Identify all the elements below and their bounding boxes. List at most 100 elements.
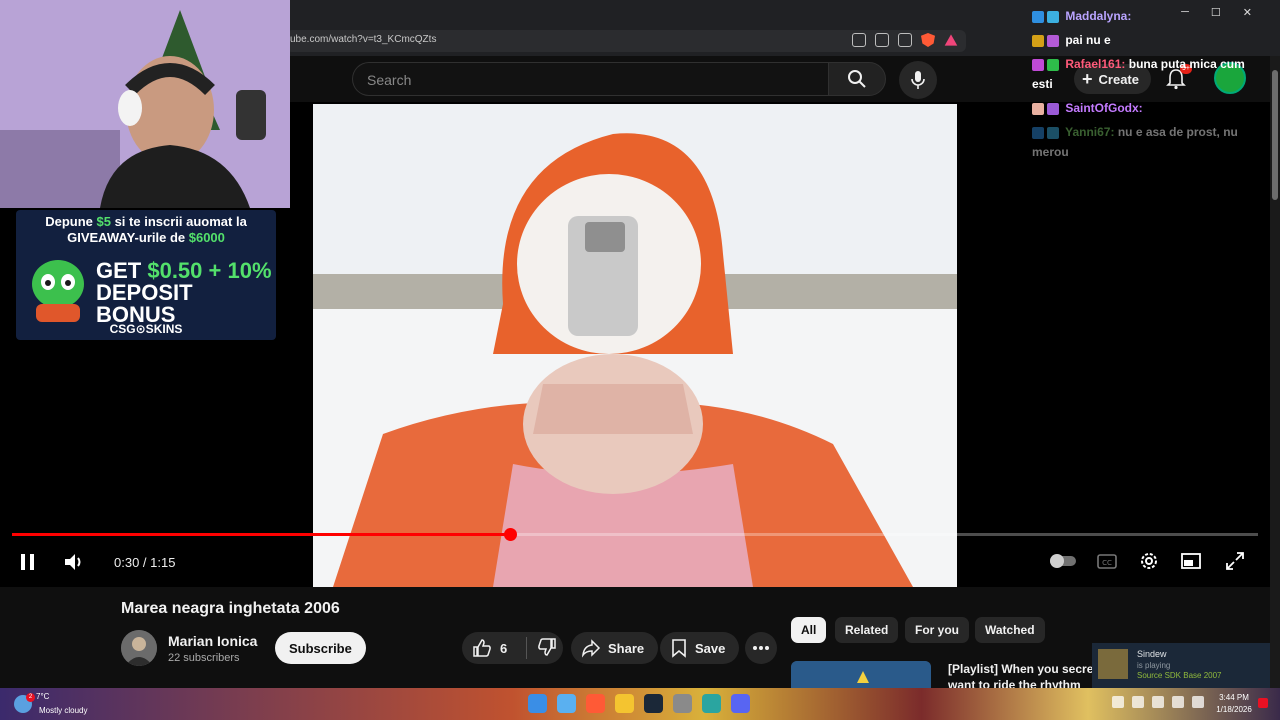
chat-badge-icon [1032, 10, 1044, 23]
volume-icon [65, 554, 81, 570]
weather-temperature: 7°C [36, 692, 50, 701]
steam-icon[interactable] [644, 694, 663, 713]
play-pause-button[interactable] [18, 550, 38, 574]
share-label: Share [608, 640, 645, 656]
network-icon[interactable] [1172, 696, 1184, 708]
zoom-icon[interactable] [852, 33, 866, 47]
chat-username: SaintOfGodx: [1065, 101, 1143, 115]
mascot-image [32, 260, 84, 322]
chat-badge-icon [1047, 58, 1059, 71]
globe-app-icon[interactable] [702, 694, 721, 713]
chip-all[interactable]: All [791, 617, 827, 643]
cc-icon: CC [1097, 554, 1117, 569]
chip-for-you[interactable]: For you [905, 617, 969, 643]
steam-friend-notification[interactable]: Sindew is playing Source SDK Base 2007 [1092, 643, 1280, 689]
thumbnail-image [791, 661, 931, 691]
share-button[interactable]: Share [571, 632, 659, 664]
chat-text: pai nu e [1065, 33, 1111, 47]
chat-badge-icon [1047, 10, 1059, 23]
notification-center-icon[interactable] [1258, 698, 1268, 708]
clock-date: 1/18/2026 [1216, 705, 1252, 714]
tray-app-icon[interactable] [1132, 696, 1144, 708]
more-actions-button[interactable] [745, 632, 777, 664]
more-dots-icon [753, 646, 769, 650]
recommendation-thumbnail[interactable] [791, 661, 931, 691]
friend-name: Sindew [1137, 649, 1167, 659]
speaker-icon[interactable] [1152, 696, 1164, 708]
progress-bar[interactable] [12, 528, 1258, 541]
settings-gear-icon [1141, 553, 1157, 569]
save-button[interactable]: Save [660, 632, 740, 664]
thumbs-down-icon [538, 637, 556, 656]
calculator-icon[interactable] [673, 694, 692, 713]
start-windows-icon[interactable] [528, 694, 547, 713]
settings-button[interactable] [1138, 550, 1160, 572]
channel-name[interactable]: Marian Ionica [168, 633, 257, 649]
clock-time: 3:44 PM [1219, 693, 1249, 702]
video-frame[interactable] [313, 104, 957, 587]
chat-message: SaintOfGodx: [1032, 98, 1268, 118]
reader-mode-icon[interactable] [875, 33, 889, 47]
chat-text: buna puta mica cum esti [1032, 57, 1245, 91]
chip-related[interactable]: Related [835, 617, 899, 643]
video-content-image [313, 104, 957, 587]
chat-badge-icon [1047, 102, 1059, 115]
progress-played [12, 533, 511, 536]
friend-avatar [1098, 649, 1128, 679]
microphone-icon [911, 71, 925, 89]
discord-icon[interactable] [731, 694, 750, 713]
subscribe-button[interactable]: Subscribe [275, 632, 366, 664]
volume-tray-icon[interactable] [1192, 696, 1204, 708]
webcam-image [0, 0, 290, 208]
chat-badge-icon [1032, 34, 1044, 47]
address-bar[interactable]: ube.com/watch?v=t3_KCmcQZts [286, 30, 966, 52]
chip-watched[interactable]: Watched [975, 617, 1045, 643]
search-input[interactable]: Search [352, 62, 829, 96]
like-button[interactable]: 6 [462, 638, 526, 658]
subscriber-count: 22 subscribers [168, 652, 240, 664]
address-bar-icons [852, 33, 958, 47]
voice-search-button[interactable] [899, 61, 937, 99]
fullscreen-icon [1226, 552, 1244, 570]
video-title: Marea neagra inghetata 2006 [121, 600, 340, 617]
brave-browser-icon[interactable] [586, 694, 605, 713]
brave-rewards-icon[interactable] [944, 34, 958, 46]
taskbar-clock[interactable]: 3:44 PM 1/18/2026 [1212, 692, 1256, 716]
time-display: 0:30 / 1:15 [114, 555, 176, 570]
page-scrollbar[interactable] [1270, 56, 1280, 688]
chat-badge-icon [1032, 102, 1044, 115]
friend-status: is playing [1137, 661, 1171, 670]
fullscreen-button[interactable] [1224, 550, 1246, 572]
tray-chevron-icon[interactable] [1112, 696, 1124, 708]
chat-username: Maddalyna: [1065, 9, 1132, 23]
dislike-button[interactable] [527, 637, 557, 660]
stream-chat-overlay: Maddalyna: pai nu e Rafael161: buna puta… [1032, 6, 1268, 166]
autoplay-toggle-icon [1050, 554, 1076, 568]
autoplay-toggle[interactable] [1048, 550, 1078, 572]
pause-icon [21, 554, 34, 570]
chat-message: pai nu e [1032, 30, 1268, 50]
brave-shield-icon[interactable] [921, 33, 935, 47]
weather-description: Mostly cloudy [39, 706, 88, 715]
like-dislike-group: 6 [462, 632, 563, 664]
subtitles-button[interactable]: CC [1096, 550, 1118, 572]
friend-game: Source SDK Base 2007 [1137, 671, 1222, 680]
ad-offer: GET $0.50 + 10% DEPOSIT BONUS [96, 258, 272, 327]
file-explorer-icon[interactable] [615, 694, 634, 713]
chat-message: Yanni67: nu e asa de prost, nu merou [1032, 122, 1268, 162]
chat-text: nu e asa de prost, nu merou [1032, 125, 1238, 159]
like-count: 6 [500, 640, 508, 656]
share-page-icon[interactable] [898, 33, 912, 47]
weather-widget[interactable]: 2 7°C Mostly cloudy [6, 690, 96, 718]
task-view-icon[interactable] [557, 694, 576, 713]
streamer-webcam [0, 0, 290, 208]
mute-button[interactable] [62, 550, 84, 574]
channel-avatar[interactable] [121, 630, 157, 666]
scrollbar-thumb[interactable] [1272, 70, 1278, 200]
weather-alert-badge: 2 [26, 693, 35, 702]
svg-text:CC: CC [1102, 559, 1112, 567]
ad-brand-logo: CSG⊙SKINS [109, 322, 183, 336]
miniplayer-button[interactable] [1180, 550, 1202, 572]
search-button[interactable] [828, 62, 886, 96]
search-icon [848, 70, 866, 88]
